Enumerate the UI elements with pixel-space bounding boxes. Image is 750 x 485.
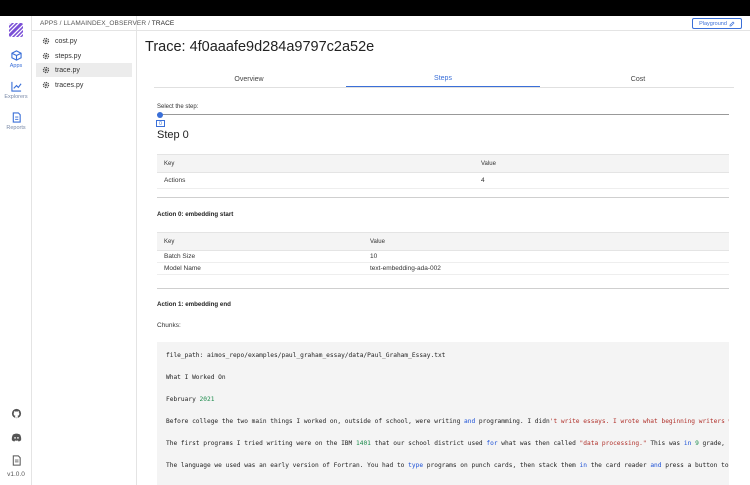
tabs-divider [154,87,734,88]
gear-icon [42,66,50,74]
code-line: The first programs I tried writing were … [166,440,729,447]
chunk-code-block: file_path: aimos_repo/examples/paul_grah… [157,342,729,485]
gear-icon [42,52,50,60]
cell-value: 4 [481,177,485,184]
gear-icon [42,81,50,89]
nav-reports-label: Reports [6,125,26,131]
code-line: February 2021 [166,396,215,403]
step-table: Key Value Actions 4 [157,154,729,189]
discord-link[interactable] [0,432,32,443]
column-header-key: Key [164,238,175,245]
column-header-value: Value [481,160,496,167]
file-item-label: trace.py [55,66,80,74]
tab-steps[interactable]: Steps [346,70,540,88]
divider [32,30,137,31]
section-divider [157,288,729,289]
apps-icon [10,50,22,61]
docs-icon [12,455,21,466]
file-item-label: traces.py [55,81,84,89]
nav-apps[interactable]: Apps [0,50,32,69]
chunks-label: Chunks: [157,322,181,329]
table-header: Key Value [157,233,729,251]
github-icon [11,408,21,419]
code-line: The language we used was an early versio… [166,462,729,469]
column-header-value: Value [370,238,385,245]
gear-icon [42,37,50,45]
step-selector-label: Select the step: [157,104,199,110]
code-line: What I Worked On [166,374,226,381]
code-line: file_path: aimos_repo/examples/paul_grah… [166,352,446,359]
step-slider-track[interactable] [157,114,729,115]
edit-icon [729,21,735,26]
table-row: Batch Size 10 [157,251,729,263]
breadcrumb-path[interactable]: APPS / LLAMAINDEX_OBSERVER / [40,20,150,27]
version-label: v1.0.0 [7,471,25,478]
nav-apps-label: Apps [9,63,23,69]
table-row: Model Name text-embedding-ada-002 [157,263,729,275]
nav-explorers-label: Explorers [4,94,28,100]
docs-link[interactable] [0,455,32,466]
file-item-steps[interactable]: steps.py [36,49,132,63]
nav-reports[interactable]: Reports [0,112,32,131]
discord-icon [11,433,21,442]
cell-key: Batch Size [164,253,196,260]
file-item-trace[interactable]: trace.py [36,63,132,77]
page-title: Trace: 4f0aaafe9d284a9797c2a52e [145,39,375,55]
step-slider-value: 0 [156,120,165,127]
section-divider [157,197,729,198]
cell-key: Model Name [164,265,201,272]
file-item-traces[interactable]: traces.py [36,78,132,92]
top-bar [0,0,750,16]
tab-bar: Overview Steps Cost [154,70,734,88]
code-line: Before college the two main things I wor… [166,418,729,425]
playground-button[interactable]: Playground [692,18,742,29]
action-1-title: Action 1: embedding end [157,301,231,308]
table-row: Actions 4 [157,173,729,189]
action-0-title: Action 0: embedding start [157,211,234,218]
nav-explorers[interactable]: Explorers [0,81,32,100]
cell-value: text-embedding-ada-002 [370,265,441,272]
github-link[interactable] [0,408,32,419]
explorers-icon [10,81,22,92]
step-title: Step 0 [157,129,189,141]
file-item-label: cost.py [55,37,78,45]
cell-value: 10 [370,253,378,260]
table-header: Key Value [157,155,729,173]
tab-cost[interactable]: Cost [542,70,734,88]
breadcrumb: APPS / LLAMAINDEX_OBSERVER / TRACE [40,20,174,27]
breadcrumb-current: TRACE [151,20,175,27]
tab-overview[interactable]: Overview [154,70,344,88]
cell-key: Actions [164,177,186,184]
file-item-cost[interactable]: cost.py [36,34,132,48]
column-header-key: Key [164,160,175,167]
header-divider [137,30,750,31]
step-slider-handle[interactable] [157,111,163,118]
reports-icon [12,112,21,123]
file-item-label: steps.py [55,52,82,60]
aim-logo-icon[interactable] [9,23,23,37]
playground-label: Playground [699,20,727,27]
action-0-table: Key Value Batch Size 10 Model Name text-… [157,232,729,275]
